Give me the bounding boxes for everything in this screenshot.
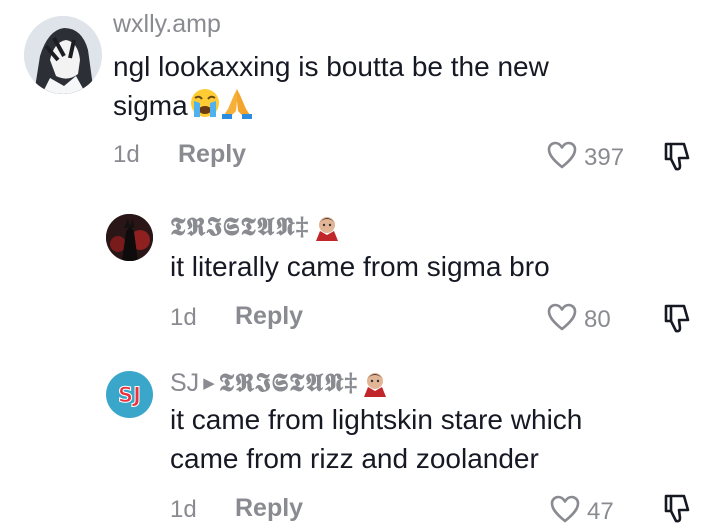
heart-icon	[546, 140, 578, 175]
like-count: 397	[584, 143, 625, 171]
heart-icon	[549, 494, 581, 529]
like-count: 47	[587, 497, 614, 525]
comment-text: it literally came from sigma bro	[170, 251, 550, 282]
username[interactable]: wxlly.amp	[113, 10, 221, 39]
username[interactable]: 𝕿𝕽𝕴𝕾𝕿𝕬𝕹‡	[170, 212, 340, 248]
reply-to-username: 𝕿𝕽𝕴𝕾𝕿𝕬𝕹‡	[218, 368, 359, 397]
dislike-icon	[662, 142, 692, 176]
reply-arrow-icon: ▶	[203, 375, 215, 392]
anime-avatar-image	[24, 16, 102, 94]
reply-button[interactable]: Reply	[235, 494, 303, 523]
heart-icon	[546, 302, 578, 337]
comment-text-fragment: sigma	[113, 90, 188, 121]
avatar-initials: SJ	[106, 371, 153, 418]
loudly-crying-face-icon	[188, 87, 222, 129]
like-button[interactable]: 397	[546, 140, 624, 175]
dislike-button[interactable]	[662, 492, 692, 529]
vampire-icon	[362, 369, 388, 404]
like-count: 80	[584, 305, 611, 333]
reply-button[interactable]: Reply	[235, 302, 303, 331]
like-button[interactable]: 80	[546, 302, 611, 337]
reply-button[interactable]: Reply	[178, 140, 246, 169]
comment-time: 1d	[170, 496, 197, 523]
avatar[interactable]: SJ	[106, 371, 153, 418]
folded-hands-icon	[221, 87, 252, 129]
avatar[interactable]	[106, 214, 153, 261]
like-button[interactable]: 47	[549, 494, 614, 529]
username-text: 𝕿𝕽𝕴𝕾𝕿𝕬𝕹‡	[170, 212, 310, 241]
vampire-icon	[314, 213, 340, 248]
comment-text-line: sigma	[113, 86, 549, 129]
comment-text: it came from lightskin stare which came …	[170, 400, 582, 478]
comment-time: 1d	[113, 141, 140, 168]
comment-time: 1d	[170, 304, 197, 331]
dark-red-avatar-image	[106, 214, 153, 261]
avatar[interactable]	[24, 16, 102, 94]
dislike-button[interactable]	[662, 302, 692, 339]
username-text: SJ	[170, 369, 200, 397]
comment-text-line: ngl lookaxxing is boutta be the new	[113, 51, 549, 82]
comment-text-line: it came from lightskin stare which	[170, 404, 583, 435]
dislike-button[interactable]	[662, 140, 692, 177]
dislike-icon	[662, 304, 692, 338]
dislike-icon	[662, 494, 692, 528]
comment-text-line: came from rizz and zoolander	[170, 443, 539, 474]
comment-text: ngl lookaxxing is boutta be the new sigm…	[113, 47, 549, 129]
username[interactable]: SJ ▶ 𝕿𝕽𝕴𝕾𝕿𝕬𝕹‡	[170, 368, 388, 404]
